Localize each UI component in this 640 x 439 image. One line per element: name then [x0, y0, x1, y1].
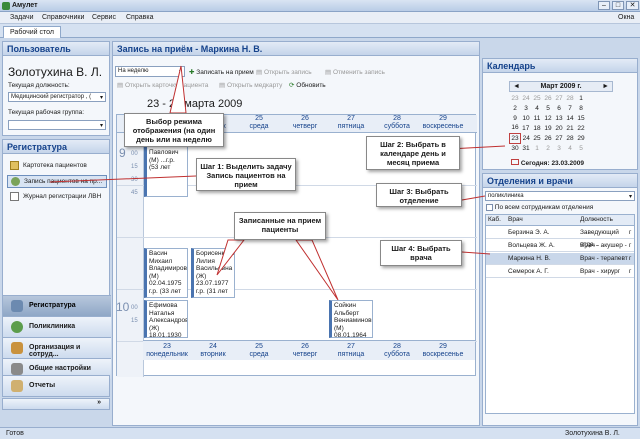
callout-step4: Шаг 4: Выбрать врача — [380, 240, 462, 266]
callout-booked: Записанные на прием пациенты — [234, 212, 326, 240]
pointer-step4 — [461, 251, 491, 255]
status-user: Золотухина В. Л. — [565, 430, 620, 437]
pointer-booked-a — [216, 239, 246, 276]
status-bar: Готов Золотухина В. Л. — [0, 427, 640, 439]
pointer-view — [169, 65, 187, 114]
callout-step3: Шаг 3: Выбрать отделение — [376, 183, 462, 207]
callout-view-mode: Выбор режима отображения (на один день и… — [124, 113, 224, 147]
pointer-step3 — [461, 195, 486, 201]
status-text: Готов — [6, 430, 24, 437]
callout-step1: Шаг 1: Выделить задачу Запись пациентов … — [196, 158, 296, 191]
pointer-booked-b — [295, 239, 339, 301]
callout-step2: Шаг 2: Выбрать в календаре день и месяц … — [366, 136, 460, 170]
pointer-step1 — [49, 175, 197, 183]
